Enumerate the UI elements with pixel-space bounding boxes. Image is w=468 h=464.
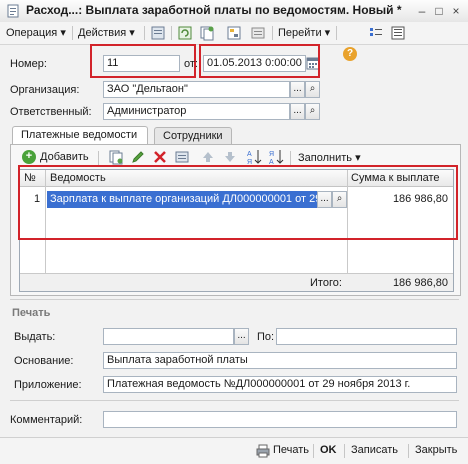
comment-label: Комментарий: bbox=[10, 414, 83, 426]
attachment-field[interactable]: Платежная ведомость №ДЛ000000001 от 29 н… bbox=[103, 376, 457, 393]
tab-label: Платежные ведомости bbox=[21, 129, 138, 141]
date-label: от: bbox=[184, 58, 198, 70]
toolbar-divider bbox=[98, 151, 99, 165]
po-label: По: bbox=[257, 331, 275, 343]
bottom-bar: Печать OK Записать Закрыть bbox=[0, 437, 468, 464]
attachment-label: Приложение: bbox=[14, 379, 82, 391]
total-value: 186 986,80 bbox=[392, 277, 448, 289]
table-footer: Итого: 186 986,80 bbox=[20, 273, 453, 291]
responsible-select-button[interactable]: ... bbox=[290, 103, 305, 120]
close-button[interactable]: Закрыть bbox=[415, 444, 457, 456]
issue-select-button[interactable]: ... bbox=[234, 328, 249, 345]
refresh-icon[interactable] bbox=[177, 25, 193, 41]
printer-icon bbox=[256, 444, 270, 458]
goto-menu-label: Перейти bbox=[278, 27, 322, 39]
edit-icon[interactable] bbox=[130, 149, 146, 165]
po-field[interactable] bbox=[276, 328, 457, 345]
actions-menu-label: Действия bbox=[78, 27, 127, 39]
move-down-icon[interactable] bbox=[222, 149, 238, 165]
add-icon[interactable]: + bbox=[22, 150, 36, 164]
toolbar-divider bbox=[144, 26, 145, 40]
end-edit-icon[interactable] bbox=[174, 149, 190, 165]
toolbar-divider bbox=[313, 444, 314, 458]
maximize-icon[interactable]: □ bbox=[431, 3, 447, 19]
svg-text:Я: Я bbox=[269, 151, 274, 158]
divider bbox=[10, 400, 459, 401]
window-title: Расход...: Выплата заработной платы по в… bbox=[26, 3, 402, 17]
responsible-label: Ответственный: bbox=[10, 106, 92, 118]
actions-menu[interactable]: Действия ▾ bbox=[78, 25, 135, 41]
toolbar-divider bbox=[290, 151, 291, 165]
copy-row-icon[interactable] bbox=[108, 149, 124, 165]
total-label: Итого: bbox=[310, 277, 342, 289]
comment-field[interactable] bbox=[103, 411, 457, 428]
minimize-icon[interactable]: – bbox=[414, 3, 430, 19]
divider bbox=[10, 299, 459, 300]
toolbar-divider bbox=[171, 26, 172, 40]
print-button[interactable]: Печать bbox=[273, 444, 309, 456]
search-icon[interactable]: ⌕ bbox=[305, 81, 320, 98]
table-highlight-box bbox=[18, 165, 458, 240]
basis-field[interactable]: Выплата заработной платы bbox=[103, 352, 457, 369]
columns-icon[interactable] bbox=[390, 25, 406, 41]
issue-field[interactable] bbox=[103, 328, 234, 345]
number-label: Номер: bbox=[10, 58, 47, 70]
number-highlight-box bbox=[90, 44, 196, 78]
toolbar-divider bbox=[272, 26, 273, 40]
svg-text:A: A bbox=[247, 151, 252, 158]
sort-descending-icon[interactable]: Я A bbox=[268, 148, 284, 166]
add-button[interactable]: Добавить bbox=[40, 151, 89, 163]
chevron-down-icon: ▾ bbox=[129, 27, 135, 39]
close-icon[interactable]: × bbox=[448, 3, 464, 19]
fill-menu[interactable]: Заполнить ▾ bbox=[298, 151, 361, 164]
structure-icon[interactable] bbox=[226, 25, 242, 41]
toolbar-divider bbox=[344, 444, 345, 458]
document-icon bbox=[7, 4, 19, 18]
organization-field[interactable]: ЗАО "Дельтаон" bbox=[103, 81, 290, 98]
responsible-field[interactable]: Администратор bbox=[103, 103, 290, 120]
toolbar-divider bbox=[408, 444, 409, 458]
goto-menu[interactable]: Перейти ▾ bbox=[278, 25, 330, 41]
help-icon[interactable]: ? bbox=[343, 47, 357, 61]
organization-label: Организация: bbox=[10, 84, 80, 96]
copy-icon[interactable] bbox=[199, 25, 215, 41]
chevron-down-icon: ▾ bbox=[324, 27, 331, 39]
sort-ascending-icon[interactable]: A Я bbox=[246, 148, 262, 166]
operation-menu[interactable]: Операция ▾ bbox=[6, 25, 66, 41]
chevron-down-icon: ▾ bbox=[355, 152, 361, 164]
post-document-icon[interactable] bbox=[150, 25, 166, 41]
main-toolbar: Операция ▾ Действия ▾ Перейти ▾ ? bbox=[0, 22, 468, 61]
ok-button[interactable]: OK bbox=[320, 444, 337, 456]
settings-list-icon[interactable] bbox=[368, 25, 384, 41]
operation-menu-label: Операция bbox=[6, 27, 58, 39]
date-highlight-box bbox=[199, 44, 320, 78]
delete-icon[interactable] bbox=[152, 149, 168, 165]
organization-select-button[interactable]: ... bbox=[290, 81, 305, 98]
title-bar: Расход...: Выплата заработной платы по в… bbox=[0, 0, 468, 23]
toolbar-divider bbox=[336, 26, 337, 40]
issue-label: Выдать: bbox=[14, 331, 56, 343]
basis-label: Основание: bbox=[14, 355, 74, 367]
save-button[interactable]: Записать bbox=[351, 444, 398, 456]
tab-label: Сотрудники bbox=[163, 130, 223, 142]
chevron-down-icon: ▾ bbox=[60, 27, 66, 39]
movements-icon[interactable] bbox=[250, 25, 266, 41]
fill-menu-label: Заполнить bbox=[298, 152, 353, 164]
move-up-icon[interactable] bbox=[200, 149, 216, 165]
tab-payment-statements[interactable]: Платежные ведомости bbox=[12, 126, 148, 144]
print-section-title: Печать bbox=[12, 307, 51, 319]
tab-employees[interactable]: Сотрудники bbox=[154, 127, 232, 145]
search-icon[interactable]: ⌕ bbox=[305, 103, 320, 120]
toolbar-divider bbox=[72, 26, 73, 40]
